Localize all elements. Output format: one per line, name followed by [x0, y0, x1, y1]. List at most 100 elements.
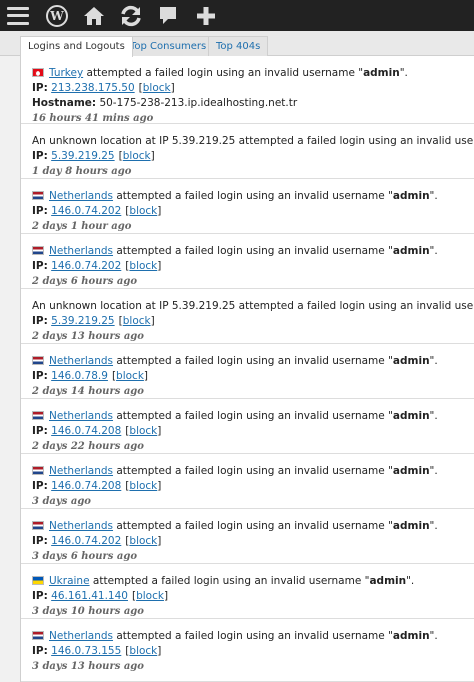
block-control: [block] [125, 205, 162, 217]
netherlands-flag-icon [32, 411, 44, 420]
ip-line: IP: 146.0.74.202 [block] [32, 204, 474, 219]
username: admin [392, 630, 430, 642]
country-link[interactable]: Netherlands [49, 630, 113, 642]
country-link[interactable]: Netherlands [49, 355, 113, 367]
username: admin [369, 575, 407, 587]
netherlands-flag-icon [32, 191, 44, 200]
ip-link[interactable]: 146.0.73.155 [51, 645, 121, 657]
ip-label: IP: [32, 425, 48, 437]
block-link[interactable]: block [116, 370, 144, 382]
message-end: ". [429, 410, 438, 422]
ip-link[interactable]: 46.161.41.140 [51, 590, 128, 602]
ip-link[interactable]: 146.0.74.208 [51, 480, 121, 492]
ip-label: IP: [32, 535, 48, 547]
block-link[interactable]: block [129, 645, 157, 657]
hostname-value: 50-175-238-213.ip.idealhosting.net.tr [99, 97, 298, 109]
login-log-list: Turkey attempted a failed login using an… [20, 56, 474, 682]
ip-label: IP: [32, 590, 48, 602]
time-ago: 3 days 6 hours ago [32, 551, 138, 562]
ip-link[interactable]: 146.0.78.9 [51, 370, 108, 382]
time-ago: 2 days 6 hours ago [32, 276, 138, 287]
message-end: ". [429, 355, 438, 367]
log-entry: Netherlands attempted a failed login usi… [21, 179, 474, 234]
ip-link[interactable]: 213.238.175.50 [51, 82, 135, 94]
ip-link[interactable]: 5.39.219.25 [51, 150, 114, 162]
tab-top-consumers[interactable]: Top Consumers [122, 36, 215, 56]
home-icon[interactable] [82, 0, 106, 31]
block-link[interactable]: block [129, 480, 157, 492]
time-ago: 3 days ago [32, 496, 91, 507]
ip-link[interactable]: 146.0.74.208 [51, 425, 121, 437]
block-control: [block] [138, 82, 175, 94]
ip-link[interactable]: 146.0.74.202 [51, 260, 121, 272]
ip-link[interactable]: 5.39.219.25 [51, 315, 114, 327]
hostname-label: Hostname: [32, 97, 97, 109]
message-text: attempted a failed login using an invali… [113, 245, 393, 257]
log-message: Netherlands attempted a failed login usi… [32, 629, 474, 644]
ip-link[interactable]: 146.0.74.202 [51, 535, 121, 547]
country-link[interactable]: Netherlands [49, 410, 113, 422]
turkey-flag-icon [32, 68, 44, 77]
username: admin [392, 520, 430, 532]
message-end: ". [399, 67, 408, 79]
message-text: attempted a failed login using an invali… [113, 355, 393, 367]
block-link[interactable]: block [129, 425, 157, 437]
comment-icon[interactable] [157, 0, 179, 31]
ip-link[interactable]: 146.0.74.202 [51, 205, 121, 217]
block-control: [block] [131, 590, 169, 602]
netherlands-flag-icon [32, 356, 44, 365]
block-control: [block] [125, 480, 162, 492]
block-link[interactable]: block [129, 205, 157, 217]
ip-label: IP: [32, 260, 48, 272]
username: admin [392, 245, 430, 257]
time-ago: 2 days 13 hours ago [32, 331, 144, 342]
plus-icon[interactable] [194, 0, 218, 31]
log-message: Netherlands attempted a failed login usi… [32, 464, 474, 479]
block-control: [block] [125, 535, 162, 547]
message-text: attempted a failed login using an invali… [89, 575, 370, 587]
tab-logins-and-logouts[interactable]: Logins and Logouts [20, 36, 133, 57]
netherlands-flag-icon [32, 246, 44, 255]
block-control: [block] [118, 150, 155, 162]
ip-label: IP: [32, 82, 48, 94]
log-message: Netherlands attempted a failed login usi… [32, 409, 474, 424]
country-link[interactable]: Turkey [49, 67, 83, 79]
netherlands-flag-icon [32, 521, 44, 530]
refresh-icon[interactable] [118, 0, 144, 31]
ip-line: IP: 213.238.175.50 [block] [32, 81, 474, 96]
time-ago: 2 days 1 hour ago [32, 221, 132, 232]
message-end: ". [429, 630, 438, 642]
time-ago: 2 days 22 hours ago [32, 441, 144, 452]
country-link[interactable]: Netherlands [49, 465, 113, 477]
country-link[interactable]: Netherlands [49, 190, 113, 202]
ip-label: IP: [32, 315, 48, 327]
message-end: ". [429, 190, 438, 202]
menu-icon[interactable] [5, 0, 31, 31]
message-text: attempted a failed login using an invali… [83, 67, 364, 79]
message-text: attempted a failed login using an invali… [113, 465, 393, 477]
log-entry: Netherlands attempted a failed login usi… [21, 509, 474, 564]
ip-label: IP: [32, 205, 48, 217]
block-link[interactable]: block [136, 590, 164, 602]
block-link[interactable]: block [123, 150, 151, 162]
country-link[interactable]: Netherlands [49, 520, 113, 532]
block-link[interactable]: block [129, 535, 157, 547]
log-message: Netherlands attempted a failed login usi… [32, 354, 474, 369]
wordpress-logo-icon[interactable]: W [44, 0, 70, 31]
block-link[interactable]: block [123, 315, 151, 327]
netherlands-flag-icon [32, 466, 44, 475]
block-control: [block] [111, 370, 149, 382]
log-entry: Turkey attempted a failed login using an… [21, 56, 474, 124]
country-link[interactable]: Netherlands [49, 245, 113, 257]
message-text: An unknown location at IP 5.39.219.25 at… [32, 300, 474, 312]
log-message: An unknown location at IP 5.39.219.25 at… [32, 134, 474, 149]
tab-top-404s[interactable]: Top 404s [208, 36, 269, 56]
block-link[interactable]: block [129, 260, 157, 272]
message-text: attempted a failed login using an invali… [113, 630, 393, 642]
username: admin [363, 67, 400, 79]
block-link[interactable]: block [143, 82, 171, 94]
log-message: Ukraine attempted a failed login using a… [32, 574, 474, 589]
block-control: [block] [118, 315, 155, 327]
country-link[interactable]: Ukraine [49, 575, 90, 587]
ip-line: IP: 146.0.78.9 [block] [32, 369, 474, 384]
